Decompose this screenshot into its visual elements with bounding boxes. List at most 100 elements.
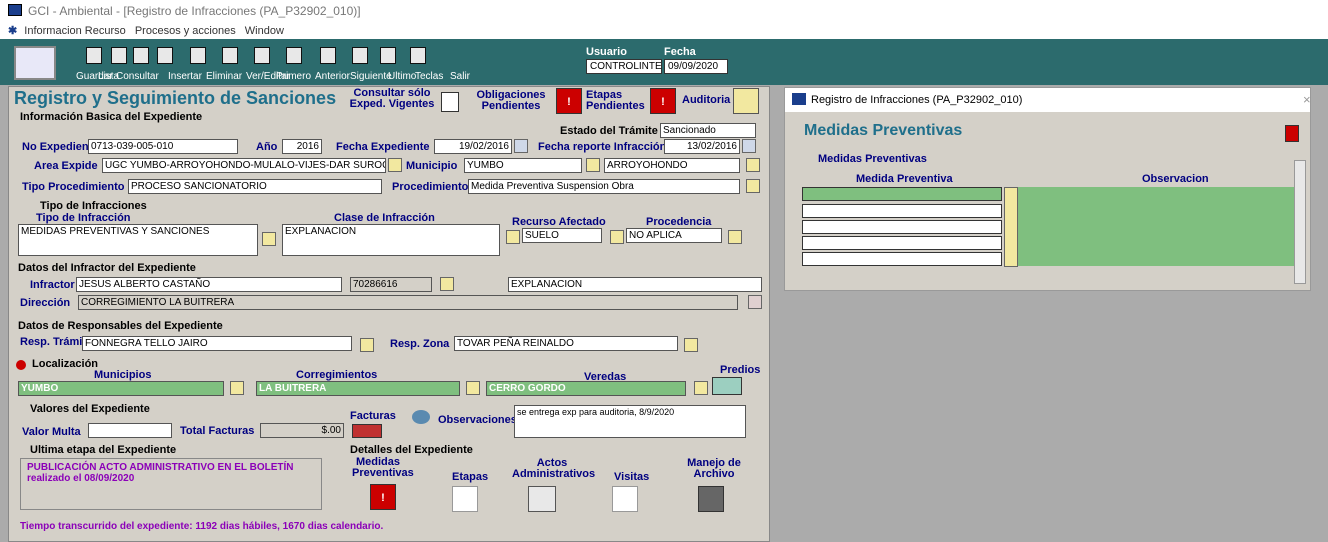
- mun-lookup-icon[interactable]: [230, 381, 244, 395]
- close-icon[interactable]: ×: [1303, 92, 1311, 107]
- medida-row[interactable]: [802, 220, 1002, 234]
- menu-informacion[interactable]: Informacion Recurso: [24, 25, 126, 37]
- tipo-inf-field[interactable]: MEDIDAS PREVENTIVAS Y SANCIONES: [18, 224, 258, 256]
- clase-field[interactable]: EXPLANACION: [282, 224, 500, 256]
- municipio-lookup-icon[interactable]: [586, 158, 600, 172]
- det-etapas[interactable]: Etapas: [452, 471, 488, 483]
- toolbar-label-consultar[interactable]: Consultar: [116, 71, 159, 82]
- menu-window[interactable]: Window: [245, 25, 284, 37]
- medida-row[interactable]: [802, 252, 1002, 266]
- resp-tramite-field[interactable]: FONNEGRA TELLO JAIRO: [82, 336, 352, 351]
- infractor-field[interactable]: JESUS ALBERTO CASTAÑO: [76, 277, 342, 292]
- manejo-icon[interactable]: [698, 486, 724, 512]
- municipio2-field[interactable]: ARROYOHONDO: [604, 158, 740, 173]
- resp-zona-field[interactable]: TOVAR PEÑA REINALDO: [454, 336, 678, 351]
- etapas-link[interactable]: Etapas Pendientes: [586, 90, 646, 112]
- auditoria-icon[interactable]: [733, 88, 759, 114]
- toolbar-label-siguiente[interactable]: Siguiente: [350, 71, 392, 82]
- visitas-icon[interactable]: [612, 486, 638, 512]
- toolbar-label-ultimo[interactable]: Ultimo: [388, 71, 416, 82]
- toolbar-label-insertar[interactable]: Insertar: [168, 71, 202, 82]
- valor-multa-field[interactable]: [88, 423, 172, 438]
- anterior-icon[interactable]: [286, 47, 302, 64]
- recurso-lookup-icon[interactable]: [506, 230, 520, 244]
- siguiente-icon[interactable]: [320, 47, 336, 64]
- ver-field[interactable]: CERRO GORDO: [486, 381, 686, 396]
- infractor-desc-field[interactable]: EXPLANACION: [508, 277, 762, 292]
- direccion-field[interactable]: CORREGIMIENTO LA BUITRERA: [78, 295, 738, 310]
- etapas-icon[interactable]: !: [650, 88, 676, 114]
- obligaciones-icon[interactable]: !: [556, 88, 582, 114]
- salir-icon[interactable]: [410, 47, 426, 64]
- fecha-exp-field[interactable]: 19/02/2016: [434, 139, 512, 154]
- consultar-icon[interactable]: [441, 92, 459, 112]
- insertar-icon[interactable]: [157, 47, 173, 64]
- toolbar-label-teclas[interactable]: Teclas: [415, 71, 443, 82]
- guardar-icon[interactable]: [86, 47, 102, 64]
- calendar-icon-2[interactable]: [742, 139, 756, 153]
- menu-procesos[interactable]: Procesos y acciones: [135, 25, 236, 37]
- municipio-field[interactable]: YUMBO: [464, 158, 582, 173]
- anio-field[interactable]: 2016: [282, 139, 322, 154]
- area-lookup-icon[interactable]: [388, 158, 402, 172]
- ver-lookup-icon[interactable]: [694, 381, 708, 395]
- consultar-icon[interactable]: [133, 47, 149, 64]
- consultar-vigentes[interactable]: Consultar sólo Exped. Vigentes: [346, 88, 438, 110]
- teclas-icon[interactable]: [380, 47, 396, 64]
- lista-icon[interactable]: [111, 47, 127, 64]
- proc-field[interactable]: Medida Preventiva Suspension Obra: [468, 179, 740, 194]
- calendar-icon[interactable]: [514, 139, 528, 153]
- toolbar-label-anterior[interactable]: Anterior: [315, 71, 350, 82]
- obs-field[interactable]: se entrega exp para auditoria, 8/9/2020: [514, 405, 746, 438]
- loc-title: Localización: [32, 358, 99, 370]
- direccion-icon[interactable]: [748, 295, 762, 309]
- ultima-text: PUBLICACIÓN ACTO ADMINISTRATIVO EN EL BO…: [20, 458, 322, 510]
- etapas-detail-icon[interactable]: [452, 486, 478, 512]
- det-visitas[interactable]: Visitas: [614, 471, 649, 483]
- no-exp-field[interactable]: 0713-039-005-010: [88, 139, 238, 154]
- fecha-rep-field[interactable]: 13/02/2016: [664, 139, 740, 154]
- ver-editar-icon[interactable]: [222, 47, 238, 64]
- procedencia-lookup-icon-2[interactable]: [728, 230, 742, 244]
- medida-row[interactable]: [802, 236, 1002, 250]
- auditoria-link[interactable]: Auditoria: [682, 94, 730, 106]
- infractor-id-field[interactable]: 70286616: [350, 277, 432, 292]
- recurso-field[interactable]: SUELO: [522, 228, 602, 243]
- municipio2-lookup-icon[interactable]: [746, 158, 760, 172]
- toolbar-label-salir[interactable]: Salir: [450, 71, 470, 82]
- toolbar-label-eliminar[interactable]: Eliminar: [206, 71, 242, 82]
- menu-icon: ✱: [8, 25, 18, 37]
- toolbar-label-primero[interactable]: Primero: [276, 71, 311, 82]
- det-medidas[interactable]: Medidas Preventivas: [352, 457, 414, 479]
- window-title-bar: GCI - Ambiental - [Registro de Infraccio…: [0, 0, 1328, 22]
- facturas-icon[interactable]: [352, 424, 382, 438]
- procedencia-field[interactable]: NO APLICA: [626, 228, 722, 243]
- area-field[interactable]: UGC YUMBO-ARROYOHONDO-MULALO-VIJES-DAR S…: [102, 158, 386, 173]
- observacion-area[interactable]: [1018, 187, 1298, 266]
- medida-row[interactable]: [802, 204, 1002, 218]
- mun-field[interactable]: YUMBO: [18, 381, 224, 396]
- det-actos[interactable]: Actos Administrativos: [512, 458, 595, 480]
- det-manejo[interactable]: Manejo de Archivo: [686, 458, 742, 480]
- popup-scrollbar[interactable]: [1294, 160, 1306, 284]
- estado-select[interactable]: Sancionado: [660, 123, 756, 138]
- medidas-icon[interactable]: !: [370, 484, 396, 510]
- resp-tramite-lookup-icon[interactable]: [360, 338, 374, 352]
- medida-lookup-column[interactable]: [1004, 187, 1018, 267]
- resp-zona-lookup-icon[interactable]: [684, 338, 698, 352]
- procedencia-lookup-icon[interactable]: [610, 230, 624, 244]
- proc-lookup-icon[interactable]: [746, 179, 760, 193]
- actos-icon[interactable]: [528, 486, 556, 512]
- predios-icon[interactable]: [712, 377, 742, 395]
- obligaciones-link[interactable]: Obligaciones Pendientes: [470, 90, 552, 112]
- exit-icon[interactable]: [1285, 125, 1299, 142]
- corr-lookup-icon[interactable]: [466, 381, 480, 395]
- eliminar-icon[interactable]: [190, 47, 206, 64]
- ultimo-icon[interactable]: [352, 47, 368, 64]
- tipo-inf-lookup-icon[interactable]: [262, 232, 276, 246]
- tipo-proc-select[interactable]: PROCESO SANCIONATORIO: [128, 179, 382, 194]
- primero-icon[interactable]: [254, 47, 270, 64]
- infractor-lookup-icon[interactable]: [440, 277, 454, 291]
- corr-field[interactable]: LA BUITRERA: [256, 381, 460, 396]
- medida-row[interactable]: [802, 187, 1002, 201]
